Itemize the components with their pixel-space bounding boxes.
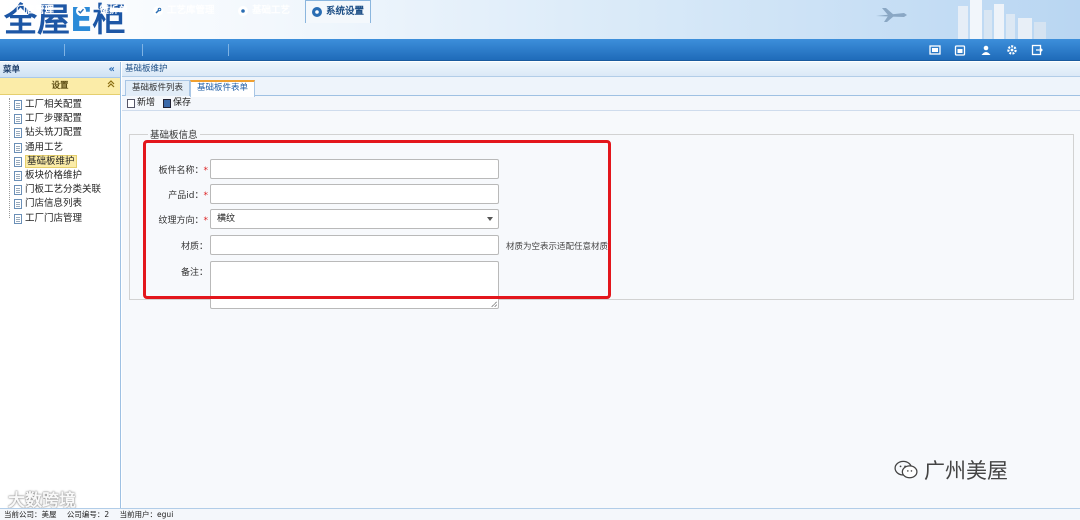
sidebar-section-settings[interactable]: 设置 bbox=[0, 78, 120, 95]
document-icon bbox=[14, 114, 22, 125]
sidebar-item-store-list[interactable]: 门店信息列表 bbox=[8, 197, 120, 211]
chevron-down-icon bbox=[487, 217, 493, 221]
home-screen-icon[interactable] bbox=[928, 44, 941, 57]
top-nav bbox=[0, 39, 1080, 61]
sidebar-item-drill-config[interactable]: 钻头铣刀配置 bbox=[8, 126, 120, 140]
sidebar: 菜单 « 设置 工厂相关配置 工厂步骤配置 钻头铣刀配置 通用工艺 基础板维护 … bbox=[0, 62, 121, 508]
document-icon bbox=[14, 185, 22, 196]
sidebar-item-general-process[interactable]: 通用工艺 bbox=[8, 141, 120, 155]
status-bar: 当前公司：美屋 公司编号：2 当前用户：egui bbox=[0, 508, 1080, 520]
document-icon bbox=[14, 171, 22, 182]
tab-label: 基础工艺 bbox=[252, 5, 291, 16]
remark-textarea[interactable] bbox=[210, 261, 499, 309]
tab-process-library[interactable]: 工艺库管理 bbox=[147, 0, 221, 22]
save-button[interactable]: 保存 bbox=[163, 96, 191, 111]
sidebar-item-board-price[interactable]: 板块价格维护 bbox=[8, 169, 120, 183]
collapse-section-icon[interactable] bbox=[107, 78, 115, 95]
fieldset-legend: 基础板信息 bbox=[150, 130, 198, 141]
wrench-icon bbox=[153, 6, 163, 16]
tab-label: 一键拆单 bbox=[90, 5, 129, 16]
wechat-icon bbox=[894, 460, 918, 479]
sidebar-item-base-board[interactable]: 基础板维护 bbox=[8, 155, 120, 169]
tab-label: 门店管理 bbox=[16, 5, 55, 16]
document-icon bbox=[14, 142, 22, 153]
row-board-name: 板件名称：* bbox=[130, 159, 630, 179]
new-document-icon bbox=[127, 98, 135, 108]
form-toolbar: 新增 保存 bbox=[122, 96, 1080, 111]
check-circle-icon bbox=[76, 6, 86, 16]
user-icon[interactable] bbox=[979, 44, 992, 57]
gear-icon[interactable] bbox=[1005, 44, 1018, 57]
logout-icon[interactable] bbox=[1031, 44, 1044, 57]
document-icon bbox=[14, 199, 22, 210]
tab-basic-process[interactable]: 基础工艺 bbox=[232, 0, 296, 22]
document-icon bbox=[14, 213, 22, 224]
product-id-label: 产品id： bbox=[168, 191, 204, 201]
tab-store-management[interactable]: 门店管理 bbox=[10, 0, 60, 22]
row-product-id: 产品id：* bbox=[130, 184, 630, 204]
tab-board-list[interactable]: 基础板件列表 bbox=[125, 80, 191, 96]
document-icon bbox=[14, 100, 22, 111]
tab-label: 工艺库管理 bbox=[167, 5, 215, 16]
sub-tabs: 基础板件列表 基础板件表单 bbox=[122, 77, 1080, 97]
calendar-icon[interactable] bbox=[954, 44, 967, 57]
gear-circle-icon bbox=[238, 6, 248, 16]
sidebar-item-factory-config[interactable]: 工厂相关配置 bbox=[8, 98, 120, 112]
document-icon bbox=[14, 156, 22, 167]
board-name-label: 板件名称： bbox=[158, 166, 204, 176]
collapse-sidebar-icon[interactable]: « bbox=[109, 62, 115, 78]
tab-label: 系统设置 bbox=[326, 6, 365, 17]
new-button[interactable]: 新增 bbox=[127, 96, 155, 111]
tab-board-form[interactable]: 基础板件表单 bbox=[190, 80, 256, 97]
save-disk-icon bbox=[163, 98, 172, 108]
breadcrumb: 基础板维护 bbox=[122, 62, 1080, 77]
watermark-guangzhou-meiwu: 广州美屋 bbox=[894, 455, 1008, 485]
sidebar-title: 菜单 bbox=[3, 65, 21, 75]
tab-system-settings[interactable]: 系统设置 bbox=[305, 0, 372, 23]
board-name-input[interactable] bbox=[210, 159, 499, 179]
base-board-info-fieldset: 基础板信息 板件名称：* 产品id：* 纹理方向：* 横纹 材质： 材质为空表示… bbox=[129, 127, 1074, 309]
material-hint: 材质为空表示适配任意材质 bbox=[506, 242, 609, 252]
grain-direction-select[interactable]: 横纹 bbox=[210, 209, 499, 229]
city-skyline-decoration bbox=[958, 0, 1046, 39]
tab-one-click-split[interactable]: 一键拆单 bbox=[70, 0, 134, 22]
row-grain-direction: 纹理方向：* 横纹 bbox=[130, 209, 630, 229]
row-material: 材质： 材质为空表示适配任意材质 bbox=[130, 235, 630, 255]
sidebar-item-factory-steps[interactable]: 工厂步骤配置 bbox=[8, 112, 120, 126]
material-input[interactable] bbox=[210, 235, 499, 255]
top-toolbar-icons bbox=[922, 39, 1050, 61]
status-company: 当前公司：美屋 bbox=[4, 510, 57, 519]
sidebar-item-factory-store[interactable]: 工厂门店管理 bbox=[8, 212, 120, 226]
sidebar-header: 菜单 « bbox=[0, 62, 120, 78]
remark-label: 备注： bbox=[180, 268, 208, 278]
sidebar-item-door-process[interactable]: 门板工艺分类关联 bbox=[8, 183, 120, 197]
product-id-input[interactable] bbox=[210, 184, 499, 204]
grain-direction-label: 纹理方向： bbox=[158, 216, 204, 226]
menu-tree: 工厂相关配置 工厂步骤配置 钻头铣刀配置 通用工艺 基础板维护 板块价格维护 门… bbox=[0, 95, 120, 226]
main-content: 基础板维护 基础板件列表 基础板件表单 新增 保存 基础板信息 板件名称：* 产… bbox=[122, 62, 1080, 508]
material-label: 材质： bbox=[180, 242, 208, 252]
document-icon bbox=[14, 128, 22, 139]
airplane-decoration bbox=[876, 8, 907, 22]
status-user: 当前用户：egui bbox=[119, 510, 174, 519]
resize-grip-icon[interactable] bbox=[491, 301, 497, 307]
section-label: 设置 bbox=[51, 81, 69, 91]
row-remark: 备注： bbox=[130, 261, 630, 309]
settings-icon bbox=[312, 7, 322, 17]
status-company-no: 公司编号：2 bbox=[66, 510, 110, 519]
